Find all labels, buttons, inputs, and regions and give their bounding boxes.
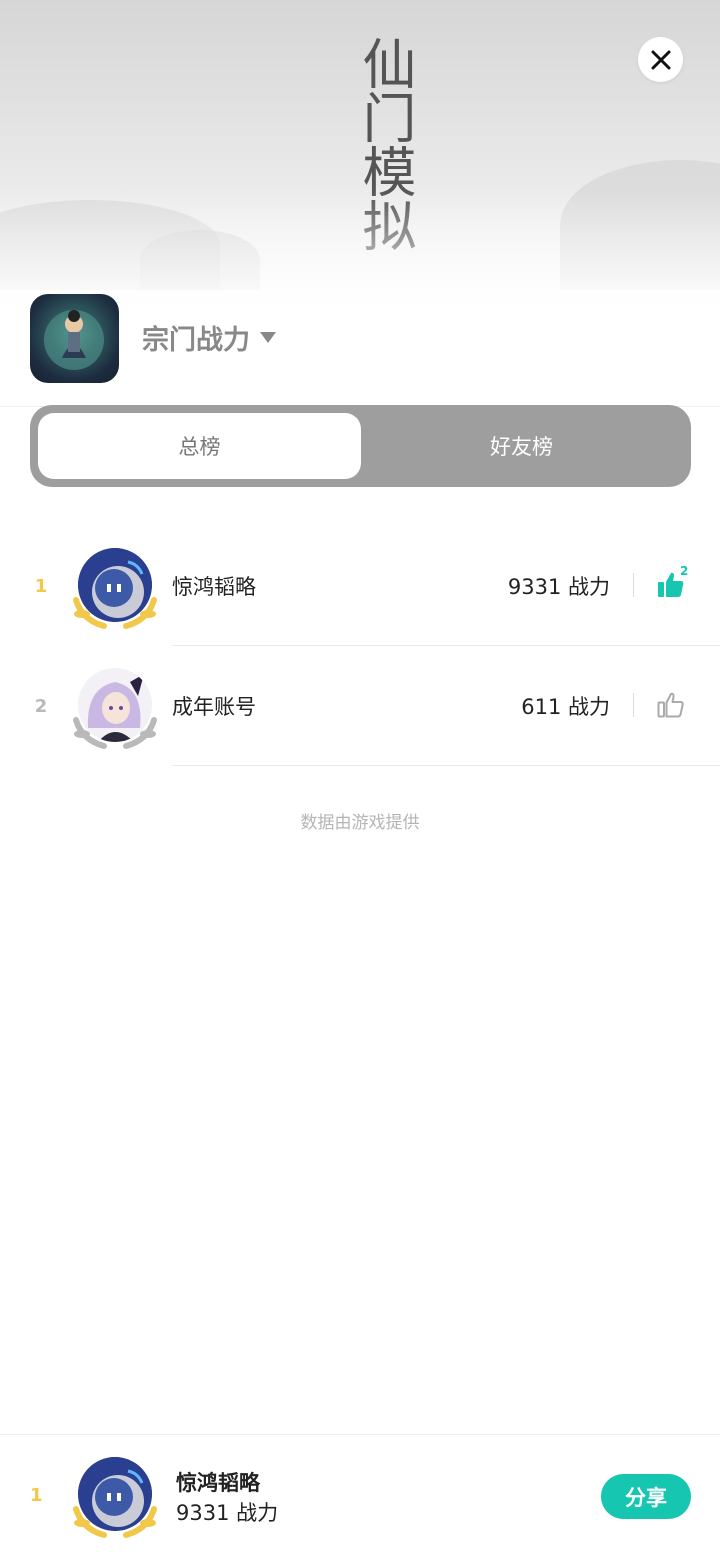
close-button[interactable]: [638, 37, 683, 82]
row-divider: [172, 765, 720, 766]
my-rank-bar: 1 惊鸿韬略 9331 战力 分享: [0, 1434, 720, 1555]
like-button[interactable]: [656, 690, 690, 724]
anime-girl-avatar: [78, 668, 152, 742]
data-source-note: 数据由游戏提供: [300, 813, 420, 833]
my-name: 惊鸿韬略: [176, 1471, 260, 1495]
like-button[interactable]: 2: [656, 564, 690, 604]
my-avatar: [72, 1457, 158, 1539]
game-title-dropdown[interactable]: 宗门战力: [142, 318, 276, 357]
leaderboard-row: 2 成年账号 611 战力: [0, 646, 720, 766]
avatar: [72, 548, 158, 630]
player-score: 9331 战力: [507, 575, 610, 599]
share-button[interactable]: 分享: [601, 1474, 691, 1519]
divider: [633, 573, 634, 597]
player-name: 惊鸿韬略: [172, 575, 256, 599]
caret-down-icon: [260, 332, 276, 343]
player-score: 611 战力: [521, 695, 610, 719]
leaderboard-row: 1 惊鸿韬略 9331 战力 2: [0, 526, 720, 646]
close-icon: [651, 50, 670, 69]
avatar: [72, 668, 158, 750]
my-rank-number: 1: [30, 1484, 43, 1506]
game-icon: [30, 294, 119, 383]
rank-number: 1: [34, 575, 48, 597]
robot-avatar: [78, 1457, 152, 1531]
like-count: 2: [680, 564, 689, 578]
game-title: 宗门战力: [142, 325, 250, 356]
rank-number: 2: [34, 695, 48, 717]
thumbs-up-outline-icon: [657, 692, 684, 718]
game-header: 宗门战力: [0, 292, 720, 407]
tab-overall[interactable]: 总榜: [38, 413, 361, 479]
tab-friends[interactable]: 好友榜: [360, 413, 683, 479]
leaderboard-tabs: 总榜 好友榜: [30, 405, 691, 487]
game-banner: 仙门模拟: [0, 0, 720, 330]
my-score: 9331 战力: [176, 1501, 279, 1525]
player-name: 成年账号: [172, 695, 256, 719]
divider: [633, 693, 634, 717]
robot-avatar: [78, 548, 152, 622]
